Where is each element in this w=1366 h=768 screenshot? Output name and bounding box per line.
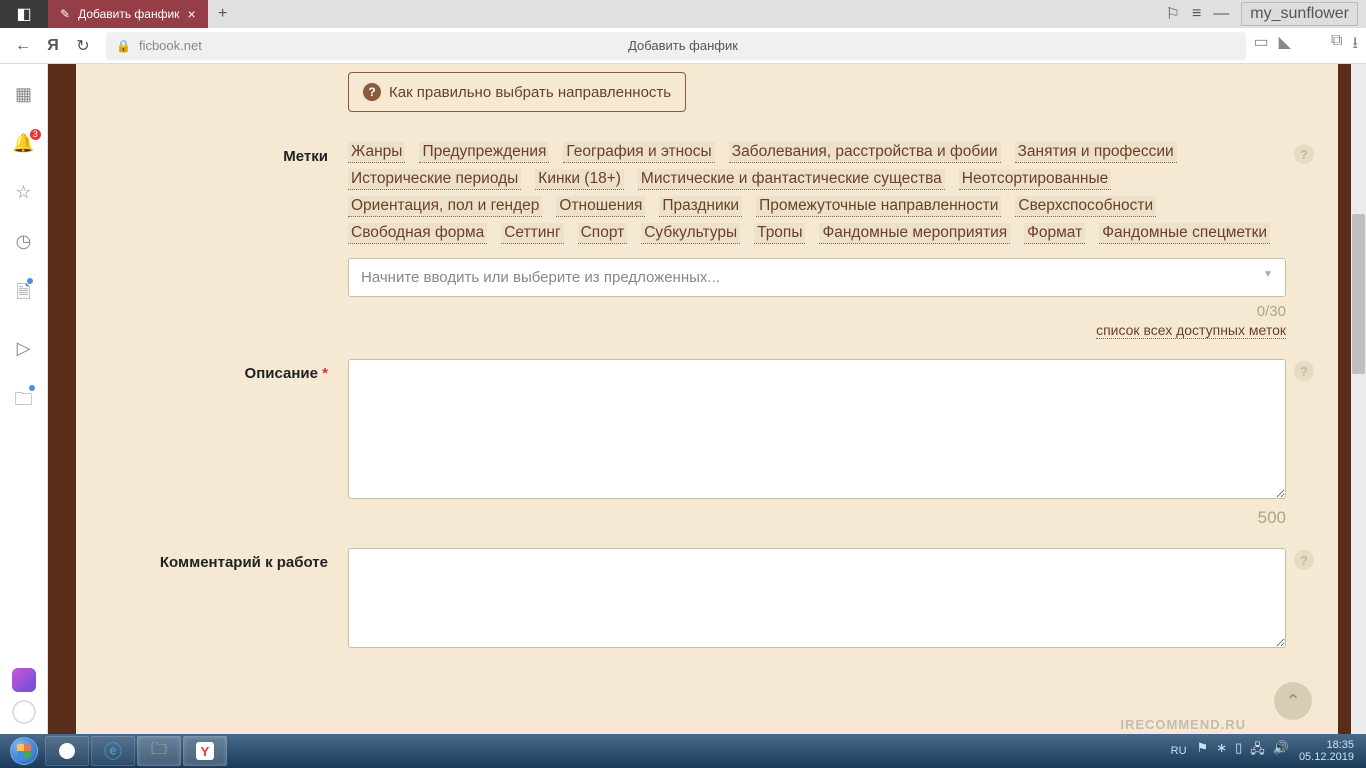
url-text: ficbook.net <box>139 38 202 53</box>
tip-text: Как правильно выбрать направленность <box>389 84 671 101</box>
notifications-icon[interactable]: 🔔3 <box>12 133 34 154</box>
tag-category[interactable]: Исторические периоды <box>348 169 521 190</box>
direction-tip-box[interactable]: ? Как правильно выбрать направленность <box>348 72 686 112</box>
tray-bluetooth-icon[interactable]: ∗ <box>1216 740 1227 762</box>
taskbar-app-explorer[interactable]: 🗀 <box>137 736 181 766</box>
tag-input-placeholder: Начните вводить или выберите из предложе… <box>361 269 720 286</box>
tag-category[interactable]: Мистические и фантастические существа <box>638 169 945 190</box>
address-bar: ← Я ↻ 🔒 ficbook.net Добавить фанфик ▭ ◣ … <box>0 28 1366 64</box>
tray-clock[interactable]: 18:35 05.12.2019 <box>1299 739 1354 763</box>
yandex-button[interactable]: Я <box>38 31 68 61</box>
close-tab-icon[interactable]: × <box>187 6 195 22</box>
tag-category[interactable]: Неотсортированные <box>959 169 1111 190</box>
tag-category[interactable]: Тропы <box>754 223 805 244</box>
collections-icon[interactable]: 🗀 <box>15 387 33 417</box>
system-tray: RU ⚑ ∗ ▯ 🖧 🔊 18:35 05.12.2019 <box>1171 739 1362 763</box>
tag-category[interactable]: Субкультуры <box>641 223 740 244</box>
taskbar-app-ie[interactable]: ⓔ <box>91 736 135 766</box>
favorites-icon[interactable]: ☆ <box>15 182 31 203</box>
description-textarea[interactable] <box>348 359 1286 499</box>
question-icon: ? <box>363 83 381 101</box>
page-title: Добавить фанфик <box>628 38 738 53</box>
tray-lang[interactable]: RU <box>1171 745 1187 757</box>
tag-category[interactable]: Кинки (18+) <box>535 169 624 190</box>
bookmark-bar-icon[interactable]: ⚐ <box>1166 4 1180 24</box>
menu-icon[interactable]: ≡ <box>1192 5 1201 23</box>
back-button[interactable]: ← <box>8 31 38 61</box>
tag-category[interactable]: Ориентация, пол и гендер <box>348 196 542 217</box>
tag-category[interactable]: Предупреждения <box>419 142 549 163</box>
feedback-icon[interactable]: ▭ <box>1254 32 1269 59</box>
browser-sidebar: ▦ 🔔3 ☆ ◷ 🗎 ▷ 🗀 <box>0 64 48 734</box>
tray-battery-icon[interactable]: ▯ <box>1235 740 1242 762</box>
help-icon[interactable]: ? <box>1294 361 1314 381</box>
assistant-avatar[interactable] <box>12 668 36 692</box>
comment-textarea[interactable] <box>348 548 1286 648</box>
tag-category[interactable]: Заболевания, расстройства и фобии <box>729 142 1001 163</box>
user-label: my_sunflower <box>1241 2 1358 26</box>
notes-icon[interactable]: 🗎 <box>16 280 30 310</box>
page-content: ? Как правильно выбрать направленность М… <box>48 64 1366 734</box>
tag-category[interactable]: Спорт <box>578 223 628 244</box>
extensions-icon[interactable]: ⧉ <box>1331 32 1342 59</box>
taskbar-app-yandex[interactable]: Y <box>183 736 227 766</box>
tag-category[interactable]: Фандомные спецметки <box>1099 223 1270 244</box>
tag-search-input[interactable]: Начните вводить или выберите из предложе… <box>348 258 1286 297</box>
tag-category[interactable]: Жанры <box>348 142 405 163</box>
taskbar-app-browser1[interactable] <box>45 736 89 766</box>
scroll-to-top-button[interactable]: ⌃ <box>1274 682 1312 720</box>
downloads-icon[interactable]: ⭳ <box>1352 32 1358 59</box>
tag-category[interactable]: Фандомные мероприятия <box>819 223 1010 244</box>
scrollbar-thumb[interactable] <box>1352 214 1365 374</box>
bookmark-icon[interactable]: ◣ <box>1279 32 1291 59</box>
reload-button[interactable]: ↻ <box>68 31 98 61</box>
label-description: Описание * <box>128 359 348 528</box>
browser-tab-active[interactable]: ✎ Добавить фанфик × <box>48 0 208 28</box>
tray-network-icon[interactable]: 🖧 <box>1250 740 1265 762</box>
tag-category[interactable]: Отношения <box>556 196 645 217</box>
tray-flag-icon[interactable]: ⚑ <box>1197 740 1209 762</box>
window-titlebar: ◧ ✎ Добавить фанфик × + ⚐ ≡ — my_sunflow… <box>0 0 1366 28</box>
tag-category[interactable]: Сверхспособности <box>1015 196 1156 217</box>
tag-category[interactable]: Формат <box>1024 223 1085 244</box>
tag-category[interactable]: Сеттинг <box>501 223 563 244</box>
help-icon[interactable]: ? <box>1294 550 1314 570</box>
history-icon[interactable]: ◷ <box>16 231 32 252</box>
tag-category[interactable]: Свободная форма <box>348 223 487 244</box>
minimize-icon[interactable]: — <box>1213 5 1229 23</box>
label-tags: Метки <box>128 142 348 339</box>
feather-icon: ✎ <box>60 7 70 21</box>
tag-counter: 0/30 <box>348 303 1286 320</box>
tag-category[interactable]: Праздники <box>659 196 742 217</box>
url-field[interactable]: 🔒 ficbook.net Добавить фанфик <box>106 32 1246 60</box>
new-tab-button[interactable]: + <box>208 0 238 28</box>
tag-category[interactable]: География и этносы <box>563 142 714 163</box>
chevron-down-icon: ▼ <box>1263 269 1273 280</box>
apps-icon[interactable]: ▦ <box>15 84 32 105</box>
lock-icon: 🔒 <box>116 39 131 53</box>
description-counter: 500 <box>348 508 1286 528</box>
tab-title: Добавить фанфик <box>78 7 179 21</box>
media-icon[interactable]: ▷ <box>17 338 31 359</box>
help-icon[interactable]: ? <box>1294 144 1314 164</box>
all-tags-link[interactable]: список всех доступных меток <box>1096 322 1286 339</box>
tray-volume-icon[interactable]: 🔊 <box>1273 740 1289 762</box>
tag-category[interactable]: Занятия и профессии <box>1015 142 1177 163</box>
app-menu-icon[interactable]: ◧ <box>0 0 48 28</box>
tag-category[interactable]: Промежуточные направленности <box>756 196 1001 217</box>
tag-category-cloud: Жанры Предупреждения География и этносы … <box>348 142 1286 244</box>
windows-taskbar: ⓔ 🗀 Y RU ⚑ ∗ ▯ 🖧 🔊 18:35 05.12.2019 <box>0 734 1366 768</box>
start-button[interactable] <box>4 736 44 766</box>
profile-circle[interactable] <box>12 700 36 724</box>
label-comment: Комментарий к работе <box>128 548 348 653</box>
page-scrollbar[interactable] <box>1351 64 1366 734</box>
